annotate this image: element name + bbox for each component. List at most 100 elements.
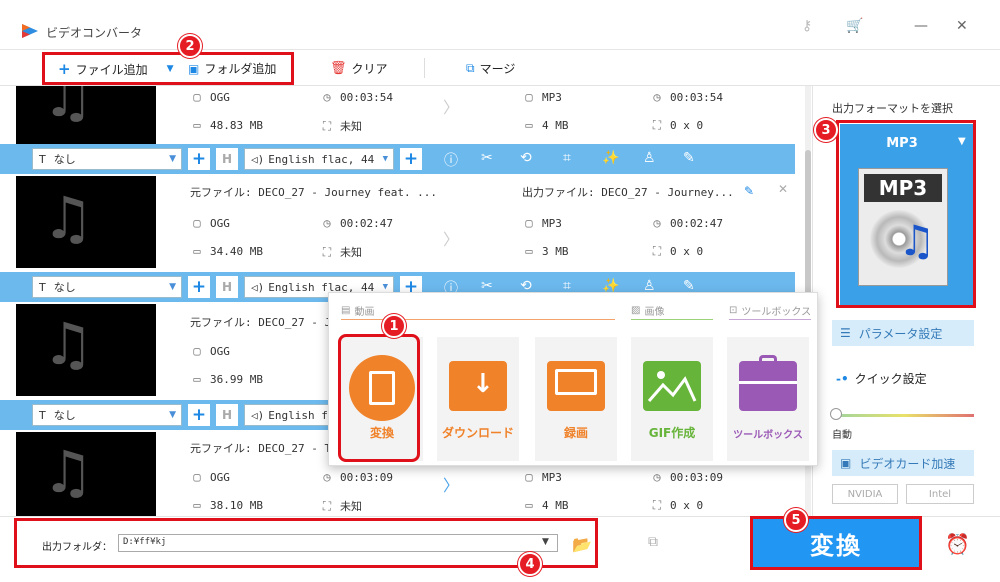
toolbox-tile[interactable]: ツールボックス xyxy=(727,337,809,461)
chevron-down-icon: ▼ xyxy=(382,282,388,292)
music-note-icon: ♫ xyxy=(42,438,94,506)
folder-icon: ▭ xyxy=(525,118,533,132)
src-format: ▢ OGG xyxy=(190,90,230,104)
merge-button[interactable]: ⧉ マージ xyxy=(466,60,515,77)
record-tile-label: 録画 xyxy=(563,426,588,440)
callout-box-3 xyxy=(836,120,976,308)
gif-maker-tile-label: GIF作成 xyxy=(648,426,696,440)
gif-maker-tile[interactable]: GIF作成 xyxy=(631,337,713,461)
merge-output-icon[interactable]: ⧉ xyxy=(648,534,658,550)
app-logo-icon xyxy=(22,24,38,38)
music-note-icon: ♫ xyxy=(42,184,94,252)
callout-badge-3: 3 xyxy=(814,118,838,142)
resolution-icon: ⛶ xyxy=(322,498,332,513)
add-audio-button[interactable]: + xyxy=(400,148,422,170)
add-subtitle-button[interactable]: + xyxy=(188,404,210,426)
info-icon[interactable]: ⓘ xyxy=(444,150,458,170)
resolution-icon: ⛶ xyxy=(652,244,662,258)
quality-slider-track[interactable] xyxy=(834,414,974,417)
category-divider xyxy=(631,319,713,320)
toolbox-icon xyxy=(739,355,797,411)
quick-settings-icon: -• xyxy=(836,371,849,386)
effect-icon[interactable]: ✨ xyxy=(602,150,619,166)
arrow-icon: 〉 xyxy=(443,230,460,249)
subtitle-select[interactable]: T なし ▼ xyxy=(32,404,182,426)
edit-bar: T なし ▼ + H ◁) English flac, 44 ▼ + ⓘ ✂ ⟲ ⌗ ✨… xyxy=(0,144,795,174)
out-duration: ◷ 00:03:54 xyxy=(650,90,723,104)
category-video: ▤ 動画 xyxy=(341,305,375,318)
src-resolution: ⛶ 未知 xyxy=(320,118,362,134)
chevron-down-icon: ▼ xyxy=(169,410,176,420)
category-image: ▨ 画像 xyxy=(631,305,665,318)
src-resolution: ⛶ 未知 xyxy=(320,244,362,260)
toolbox-icon: ⊡ xyxy=(729,305,738,316)
music-note-icon: ♫ xyxy=(42,86,94,130)
category-toolbox: ⊡ ツールボックス xyxy=(729,305,812,318)
resolution-icon: ⛶ xyxy=(652,118,662,132)
category-divider xyxy=(729,319,811,320)
callout-badge-2: 2 xyxy=(178,34,202,58)
subtitle-select[interactable]: T なし ▼ xyxy=(32,148,182,170)
folder-icon: ▭ xyxy=(525,498,533,512)
download-tile[interactable]: ↓ ダウンロード xyxy=(437,337,519,461)
hardsub-icon[interactable]: H xyxy=(216,148,238,170)
callout-box-5 xyxy=(750,516,922,570)
add-subtitle-button[interactable]: + xyxy=(188,276,210,298)
folder-icon: ▭ xyxy=(193,244,201,258)
rename-icon[interactable]: ✎ xyxy=(744,184,754,198)
clear-button[interactable]: 🗑 クリア xyxy=(330,60,388,77)
close-icon[interactable]: ✕ xyxy=(956,18,968,34)
watermark-icon[interactable]: ♙ xyxy=(643,150,656,166)
out-duration: ◷ 00:02:47 xyxy=(650,216,723,230)
crop-icon[interactable]: ⌗ xyxy=(563,150,571,166)
screen-record-icon xyxy=(547,361,605,411)
speaker-icon: ◁) xyxy=(251,408,265,422)
cart-icon[interactable]: 🛒 xyxy=(846,18,863,34)
clock-icon: ◷ xyxy=(323,470,331,484)
resolution-icon: ⛶ xyxy=(322,244,332,259)
quality-slider-knob[interactable] xyxy=(830,408,842,420)
hardsub-icon[interactable]: H xyxy=(216,276,238,298)
audio-select[interactable]: ◁) English flac, 44 ▼ xyxy=(244,148,394,170)
key-icon[interactable]: ⚷ xyxy=(802,18,812,34)
music-note-icon: ♫ xyxy=(42,310,94,378)
src-resolution: ⛶ 未知 xyxy=(320,498,362,514)
quick-settings: -• クイック設定 xyxy=(836,371,927,387)
text-icon: T xyxy=(39,152,46,166)
out-size: ▭ 4 MB xyxy=(522,498,568,512)
trash-icon: 🗑 xyxy=(330,61,347,76)
out-format: ▢ MP3 xyxy=(522,470,562,484)
subtitle-select[interactable]: T なし ▼ xyxy=(32,276,182,298)
alarm-clock-icon[interactable]: ⏰ xyxy=(945,532,970,556)
minimize-icon[interactable]: — xyxy=(914,18,928,34)
out-format: ▢ MP3 xyxy=(522,90,562,104)
folder-icon: ▭ xyxy=(193,372,201,386)
add-subtitle-button[interactable]: + xyxy=(188,148,210,170)
edit-icon[interactable]: ✎ xyxy=(683,150,695,166)
src-duration: ◷ 00:03:54 xyxy=(320,90,393,104)
cut-icon[interactable]: ✂ xyxy=(481,150,493,166)
remove-icon[interactable]: ✕ xyxy=(778,182,788,196)
src-duration: ◷ 00:03:09 xyxy=(320,470,393,484)
intel-badge: Intel xyxy=(906,484,974,504)
gpu-acceleration-button[interactable]: ▣ ビデオカード加速 xyxy=(832,450,974,476)
clock-icon: ◷ xyxy=(653,216,661,230)
out-resolution: ⛶ 0 x 0 xyxy=(650,498,703,513)
record-tile[interactable]: 録画 xyxy=(535,337,617,461)
out-duration: ◷ 00:03:09 xyxy=(650,470,723,484)
chevron-down-icon: ▼ xyxy=(169,282,176,292)
callout-box-4 xyxy=(14,518,598,568)
parameter-settings-button[interactable]: ☰ パラメータ設定 xyxy=(832,320,974,346)
format-select-label: 出力フォーマットを選択 xyxy=(832,102,953,115)
file-icon: ▢ xyxy=(193,216,201,230)
callout-badge-4: 4 xyxy=(518,552,542,576)
src-duration: ◷ 00:02:47 xyxy=(320,216,393,230)
out-format: ▢ MP3 xyxy=(522,216,562,230)
rotate-icon[interactable]: ⟲ xyxy=(520,150,532,166)
hardsub-icon[interactable]: H xyxy=(216,404,238,426)
out-size: ▭ 3 MB xyxy=(522,244,568,258)
category-divider xyxy=(341,319,615,320)
download-tile-label: ダウンロード xyxy=(441,426,514,440)
speaker-icon: ◁) xyxy=(251,152,265,166)
callout-badge-1: 1 xyxy=(382,314,406,338)
